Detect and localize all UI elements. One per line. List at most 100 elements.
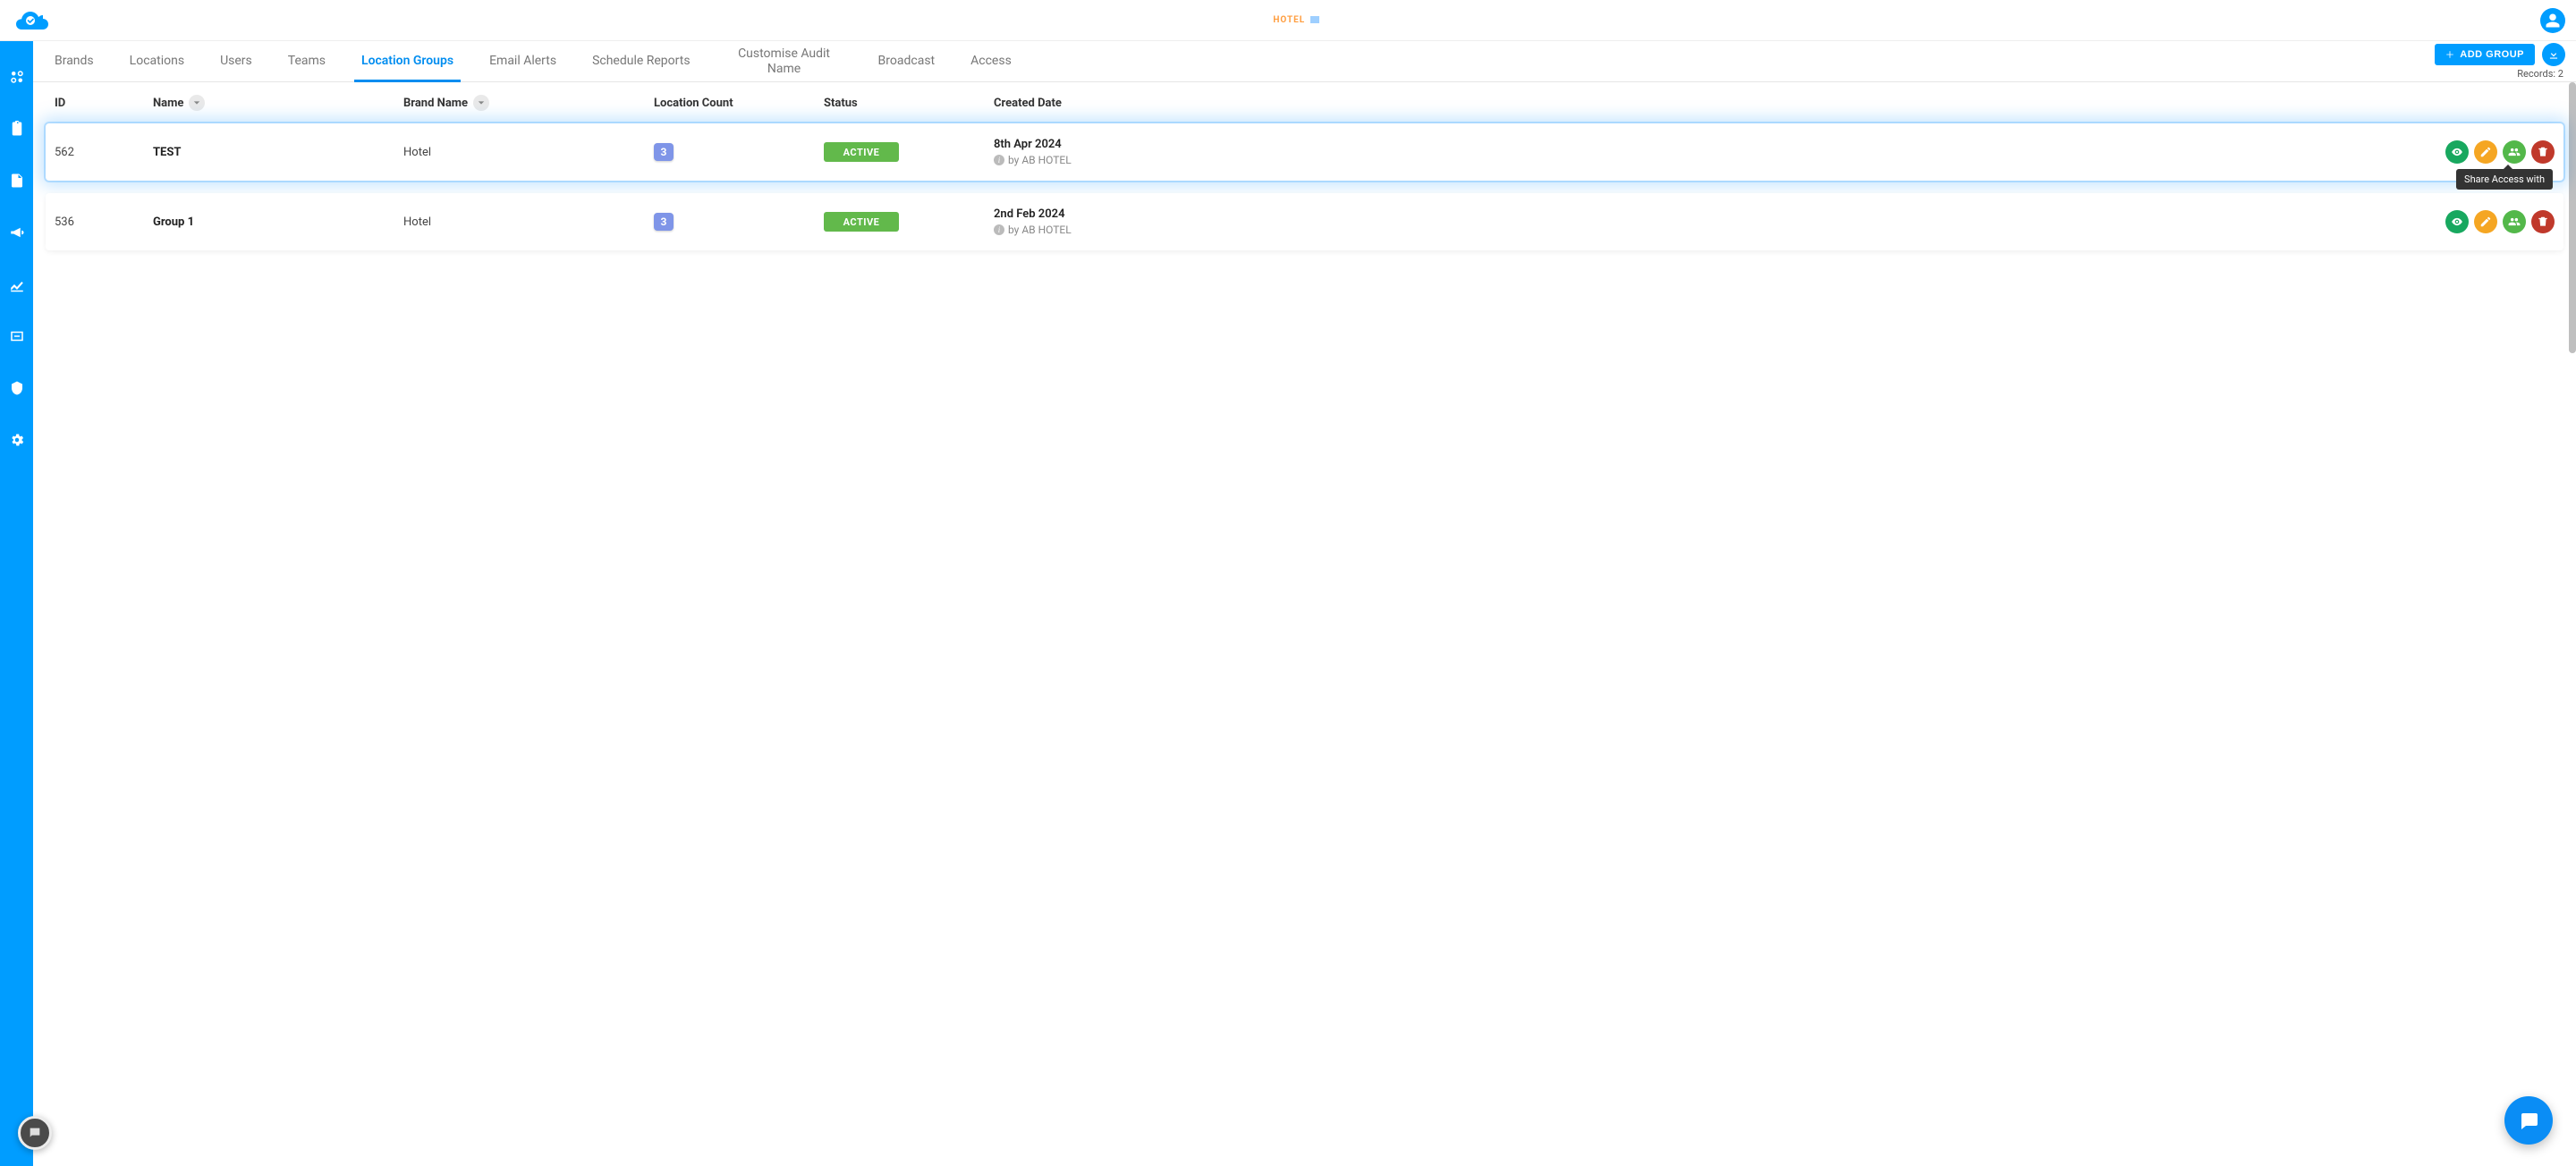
pencil-icon (2479, 215, 2492, 228)
tab-brands[interactable]: Brands (55, 41, 94, 81)
status-badge: ACTIVE (824, 142, 899, 162)
tab-access[interactable]: Access (970, 41, 1012, 81)
share-access-button[interactable] (2503, 210, 2526, 233)
cell-status: ACTIVE (824, 142, 994, 162)
share-access-button[interactable]: Share Access with (2503, 140, 2526, 164)
info-icon: i (994, 155, 1004, 165)
created-date-text: 8th Apr 2024 (994, 138, 2394, 151)
trash-icon (2537, 146, 2549, 158)
cell-status: ACTIVE (824, 212, 994, 232)
tab-users[interactable]: Users (220, 41, 252, 81)
cell-location-count: 3 (654, 213, 824, 231)
location-count-badge: 3 (654, 213, 674, 231)
cell-name: Group 1 (153, 215, 403, 229)
tabs-row: Brands Locations Users Teams Location Gr… (33, 41, 2576, 82)
tab-customise-audit-name[interactable]: Customise Audit Name (726, 41, 843, 81)
support-chat-button[interactable] (2504, 1096, 2553, 1145)
clipboard-icon (9, 121, 25, 137)
delete-button[interactable] (2531, 140, 2555, 164)
scrollbar[interactable] (2569, 82, 2576, 353)
sidebar-item-analytics[interactable] (0, 274, 33, 295)
users-icon (2508, 215, 2521, 228)
table-head: ID Name Brand Name Location Count Status… (46, 82, 2563, 123)
content: Brands Locations Users Teams Location Gr… (33, 41, 2576, 1166)
cell-created-date: 2nd Feb 2024 iby AB HOTEL (994, 207, 2394, 236)
main: Brands Locations Users Teams Location Gr… (0, 41, 2576, 1166)
header-actions: ADD GROUP Records: 2 (2435, 43, 2565, 80)
col-status: Status (824, 97, 994, 110)
sidebar-item-security[interactable] (0, 377, 33, 399)
chart-icon (9, 276, 25, 292)
edit-button[interactable] (2474, 140, 2497, 164)
eye-icon (2451, 146, 2463, 158)
center-logo: HOTEL (52, 15, 2540, 25)
tab-broadcast[interactable]: Broadcast (878, 41, 936, 81)
table-row[interactable]: 536Group 1Hotel3 ACTIVE2nd Feb 2024 iby AB… (46, 193, 2563, 250)
help-chat-button[interactable] (18, 1116, 52, 1150)
delete-button[interactable] (2531, 210, 2555, 233)
chevron-down-icon (478, 99, 485, 106)
eye-icon (2451, 215, 2463, 228)
dashboard-icon (9, 69, 25, 85)
view-button[interactable] (2445, 140, 2469, 164)
cell-created-date: 8th Apr 2024 iby AB HOTEL (994, 138, 2394, 166)
edit-button[interactable] (2474, 210, 2497, 233)
sidebar-item-announcement[interactable] (0, 222, 33, 243)
tab-email-alerts[interactable]: Email Alerts (489, 41, 556, 81)
add-group-button[interactable]: ADD GROUP (2435, 44, 2535, 65)
tooltip-share-access: Share Access with (2456, 169, 2553, 190)
download-icon (2547, 48, 2560, 61)
created-by-text: iby AB HOTEL (994, 224, 2394, 236)
cell-brand: Hotel (403, 215, 654, 229)
speech-bubble-icon (2518, 1110, 2539, 1131)
row-actions (2394, 210, 2555, 233)
sidebar-item-settings[interactable] (0, 429, 33, 451)
tab-schedule-reports[interactable]: Schedule Reports (592, 41, 690, 81)
sidebar-item-inbox[interactable] (0, 325, 33, 347)
records-count: Records: 2 (2517, 68, 2563, 80)
col-id: ID (55, 97, 153, 110)
cell-id: 562 (55, 146, 153, 159)
col-name-label: Name (153, 97, 183, 110)
trash-icon (2537, 215, 2549, 228)
download-button[interactable] (2542, 43, 2565, 66)
cell-brand: Hotel (403, 146, 654, 159)
view-button[interactable] (2445, 210, 2469, 233)
cell-id: 536 (55, 215, 153, 229)
chevron-down-icon (193, 99, 200, 106)
tabs: Brands Locations Users Teams Location Gr… (55, 41, 1012, 81)
sidebar-item-clipboard[interactable] (0, 118, 33, 139)
tab-location-groups[interactable]: Location Groups (361, 41, 453, 81)
sort-name-button[interactable] (189, 95, 205, 111)
header-bar: HOTEL (0, 0, 2576, 41)
chat-lines-icon (28, 1126, 42, 1140)
table-row[interactable]: 562TESTHotel3ACTIVE 8th Apr 2024 iby AB HO… (46, 123, 2563, 181)
pencil-icon (2479, 146, 2492, 158)
col-brand: Brand Name (403, 95, 654, 111)
center-logo-text: HOTEL (1273, 15, 1305, 25)
sort-brand-button[interactable] (473, 95, 489, 111)
col-created-date: Created Date (994, 97, 2394, 110)
add-group-label: ADD GROUP (2460, 49, 2524, 60)
cell-name: TEST (153, 146, 403, 159)
created-date-text: 2nd Feb 2024 (994, 207, 2394, 221)
row-actions: Share Access with (2394, 140, 2555, 164)
person-icon (2545, 13, 2561, 29)
document-icon (9, 173, 25, 189)
created-by-text: iby AB HOTEL (994, 154, 2394, 166)
table: ID Name Brand Name Location Count Status… (33, 82, 2576, 1166)
tab-teams[interactable]: Teams (288, 41, 326, 81)
col-brand-label: Brand Name (403, 97, 468, 110)
sidebar-item-document[interactable] (0, 170, 33, 191)
plus-icon (2445, 50, 2454, 59)
cell-location-count: 3 (654, 143, 824, 161)
app-logo-icon[interactable] (9, 8, 52, 33)
info-icon: i (994, 224, 1004, 235)
avatar[interactable] (2540, 8, 2565, 33)
inbox-icon (9, 328, 25, 344)
gear-icon (9, 432, 25, 448)
sidebar-item-dashboard[interactable] (0, 66, 33, 88)
col-name: Name (153, 95, 403, 111)
megaphone-icon (9, 224, 25, 241)
tab-locations[interactable]: Locations (130, 41, 184, 81)
